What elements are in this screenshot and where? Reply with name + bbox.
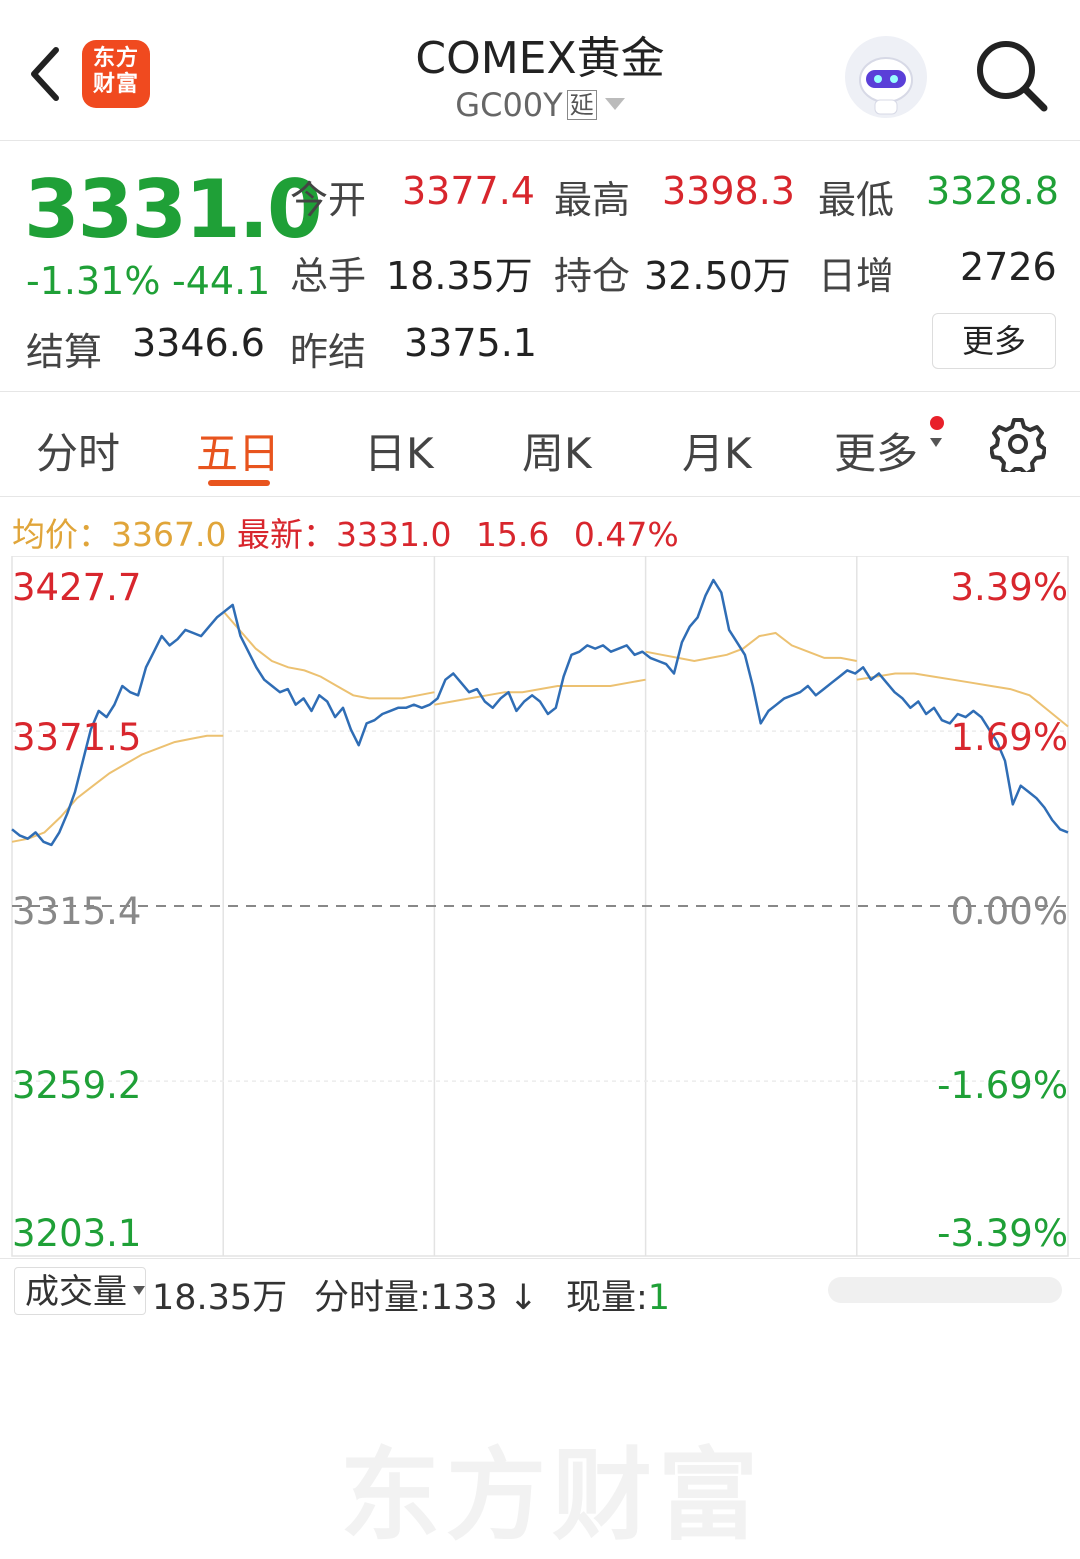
prev-settle-value: 3375.1 [404,321,537,365]
avg-price-label: 均价： [12,515,111,554]
contract-code: GC00Y [455,86,563,124]
watermark: 东方财富 [340,1437,764,1554]
delay-tag: 延 [566,90,597,120]
down-arrow-icon: ↓ [508,1278,539,1318]
volume-bar: 成交量 18.35万 分时量:133 ↓ 现量:1 [0,1258,1080,1323]
total-volume: 18.35万 [152,1278,288,1318]
price-line [11,578,1069,847]
current-volume-value: 1 [647,1278,671,1318]
gear-icon[interactable] [990,416,1046,472]
current-volume: 现量:1 [566,1269,670,1320]
chart-legend: 均价：3367.0 最新：3331.0 15.6 0.47% [12,508,679,556]
y-right-tick: -3.39% [937,1212,1068,1255]
low-value: 3328.8 [926,169,1059,213]
intraday-volume-label: 分时量: [314,1278,431,1318]
open-interest-label: 持仓 [554,254,631,298]
tab-daily-k[interactable]: 日K [364,420,434,481]
chart-period-tabs: 分时 五日 日K 周K 月K 更多 [0,392,1080,497]
robot-avatar-icon[interactable] [845,36,927,118]
high-value: 3398.3 [662,169,795,213]
intraday-volume-value: 133 [430,1278,498,1318]
chart-canvas [11,556,1069,1257]
daily-increase-value: 2726 [960,245,1057,289]
open-interest-value: 32.50万 [644,254,791,298]
latest-diff: 15.6 [475,515,550,554]
last-price: 3331.0 [24,163,323,256]
y-left-tick: 3371.5 [12,716,142,759]
latest-price-value: 3331.0 [335,515,452,554]
high-label: 最高 [554,178,631,222]
current-volume-label: 现量: [566,1278,648,1318]
y-right-tick: 0.00% [950,890,1068,933]
change-value: -44.1 [172,259,271,303]
tab-weekly-k[interactable]: 周K [522,420,592,481]
y-left-tick: 3259.2 [12,1064,142,1107]
five-day-chart[interactable]: 东方财富 3427.7 3371.5 3315.4 3259.2 3203.1 … [0,556,1080,1554]
settle-label: 结算 [26,330,103,374]
chevron-down-icon [133,1286,145,1295]
y-right-tick: 1.69% [950,716,1068,759]
caret-down-icon [930,438,942,447]
prev-settle-label: 昨结 [290,330,367,374]
search-icon[interactable] [972,36,1052,116]
y-right-tick: 3.39% [950,566,1068,609]
top-nav-bar: 东方 财富 COMEX黄金 GC00Y 延 [0,0,1080,141]
y-left-tick: 3203.1 [12,1212,142,1255]
tab-more[interactable]: 更多 [834,420,918,481]
notification-dot [930,416,944,430]
more-quote-button[interactable]: 更多 [932,313,1056,369]
latest-price-label: 最新： [236,515,336,554]
latest-diff-pct: 0.47% [573,515,679,554]
open-value: 3377.4 [402,169,535,213]
gesture-handle [828,1277,1062,1303]
intraday-volume: 分时量:133 ↓ [314,1269,538,1320]
change-percent: -1.31% [26,259,161,303]
quote-panel: 3331.0 -1.31% -44.1 今开 3377.4 最高 3398.3 … [0,141,1080,392]
settle-value: 3346.6 [132,321,265,365]
daily-increase-label: 日增 [818,254,895,298]
indicator-select-label: 成交量 [25,1272,127,1312]
y-left-tick: 3315.4 [12,890,142,933]
avg-price-value: 3367.0 [111,515,227,554]
y-right-tick: -1.69% [937,1064,1068,1107]
active-tab-indicator [208,480,270,486]
y-left-tick: 3427.7 [12,566,142,609]
tab-five-day[interactable]: 五日 [196,420,280,481]
volume-value: 18.35万 [386,254,533,298]
chevron-down-icon [604,98,625,110]
low-label: 最低 [818,178,895,222]
tab-monthly-k[interactable]: 月K [682,420,752,481]
avg-price-line [222,610,435,700]
tab-intraday[interactable]: 分时 [36,420,120,481]
open-label: 今开 [290,178,367,222]
volume-label: 总手 [290,254,367,298]
indicator-select[interactable]: 成交量 [14,1267,146,1315]
